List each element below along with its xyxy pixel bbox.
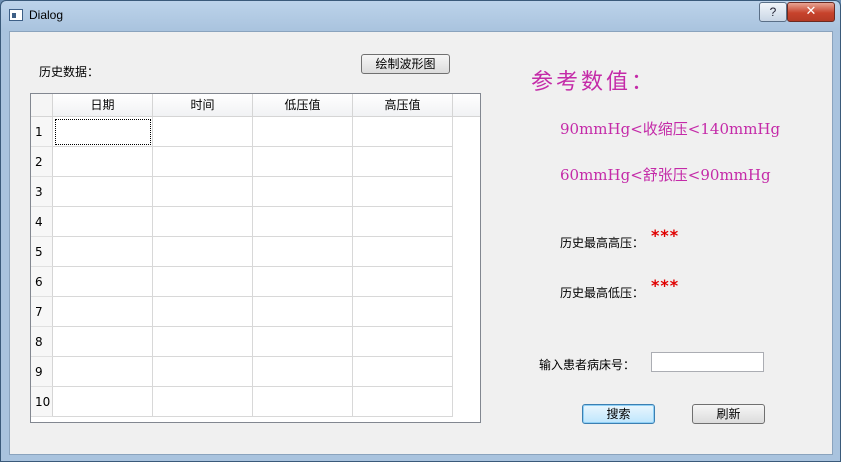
table-cell[interactable]: [253, 207, 353, 237]
table-cell[interactable]: [253, 387, 353, 417]
bed-number-label: 输入患者病床号：: [539, 358, 636, 372]
max-low-pressure-value: ***: [651, 276, 680, 295]
column-header-filler: [453, 94, 480, 117]
table-cell[interactable]: [153, 357, 253, 387]
column-header-time[interactable]: 时间: [153, 94, 253, 117]
reference-heading: 参考数值：: [531, 70, 657, 95]
column-header-date[interactable]: 日期: [53, 94, 153, 117]
search-button[interactable]: 搜索: [582, 404, 655, 424]
history-data-label: 历史数据：: [39, 65, 100, 79]
table-cell[interactable]: [253, 237, 353, 267]
table-cell[interactable]: [353, 267, 453, 297]
table-cell[interactable]: [353, 297, 453, 327]
table-cell[interactable]: [153, 297, 253, 327]
table-cell[interactable]: [353, 357, 453, 387]
diastolic-range-text: 60mmHg<舒张压<90mmHg: [560, 166, 771, 184]
refresh-button[interactable]: 刷新: [692, 404, 765, 424]
table-cell[interactable]: [53, 357, 153, 387]
row-header[interactable]: 5: [31, 237, 53, 267]
title-bar[interactable]: Dialog ? ✕: [1, 1, 840, 31]
systolic-range-text: 90mmHg<收缩压<140mmHg: [560, 120, 781, 138]
table-cell[interactable]: [153, 267, 253, 297]
table-cell[interactable]: [53, 147, 153, 177]
table-cell[interactable]: [153, 237, 253, 267]
table-cell[interactable]: [353, 147, 453, 177]
row-header[interactable]: 10: [31, 387, 53, 417]
dialog-window: Dialog ? ✕ 历史数据： 绘制波形图 日期 时间 低压值 高压值 123…: [0, 0, 841, 462]
table-cell[interactable]: [53, 177, 153, 207]
table-cell[interactable]: [353, 327, 453, 357]
table-cell[interactable]: [353, 387, 453, 417]
max-low-pressure-label: 历史最高低压：: [560, 286, 645, 300]
table-cell[interactable]: [253, 297, 353, 327]
row-header[interactable]: 8: [31, 327, 53, 357]
close-button[interactable]: ✕: [787, 2, 835, 22]
table-corner[interactable]: [31, 94, 53, 117]
table-cell[interactable]: [353, 117, 453, 147]
draw-waveform-button[interactable]: 绘制波形图: [361, 54, 450, 74]
table-cell[interactable]: [153, 117, 253, 147]
table-cell[interactable]: [153, 207, 253, 237]
column-header-low-pressure[interactable]: 低压值: [253, 94, 353, 117]
dialog-client-area: 历史数据： 绘制波形图 日期 时间 低压值 高压值 1 2 3 4 5 6 7 8 9 10 参考…: [9, 31, 833, 455]
row-header[interactable]: 2: [31, 147, 53, 177]
table-cell[interactable]: [153, 177, 253, 207]
table-cell[interactable]: [53, 237, 153, 267]
table-cell[interactable]: [53, 297, 153, 327]
row-header[interactable]: 7: [31, 297, 53, 327]
history-table[interactable]: 日期 时间 低压值 高压值 1 2 3 4 5 6 7 8 9 10: [30, 93, 481, 423]
table-cell[interactable]: [253, 327, 353, 357]
table-cell[interactable]: [253, 267, 353, 297]
max-high-pressure-label: 历史最高高压：: [560, 236, 645, 250]
table-cell[interactable]: [153, 387, 253, 417]
table-cell[interactable]: [353, 207, 453, 237]
row-header[interactable]: 1: [31, 117, 53, 147]
table-cell[interactable]: [253, 177, 353, 207]
window-title: Dialog: [29, 8, 64, 22]
table-cell[interactable]: [53, 327, 153, 357]
help-button[interactable]: ?: [759, 2, 787, 22]
table-cell[interactable]: [53, 207, 153, 237]
table-cell[interactable]: [53, 267, 153, 297]
table-cell[interactable]: [353, 237, 453, 267]
app-icon: [9, 9, 23, 21]
row-header[interactable]: 6: [31, 267, 53, 297]
table-cell[interactable]: [253, 117, 353, 147]
bed-number-input[interactable]: [651, 352, 764, 372]
row-header[interactable]: 3: [31, 177, 53, 207]
table-cell[interactable]: [353, 177, 453, 207]
column-header-high-pressure[interactable]: 高压值: [353, 94, 453, 117]
row-header[interactable]: 4: [31, 207, 53, 237]
table-cell[interactable]: [253, 357, 353, 387]
table-cell[interactable]: [153, 327, 253, 357]
table-cell[interactable]: [253, 147, 353, 177]
row-header[interactable]: 9: [31, 357, 53, 387]
table-cell[interactable]: [53, 117, 153, 147]
table-cell[interactable]: [153, 147, 253, 177]
max-high-pressure-value: ***: [651, 226, 680, 245]
table-cell[interactable]: [53, 387, 153, 417]
